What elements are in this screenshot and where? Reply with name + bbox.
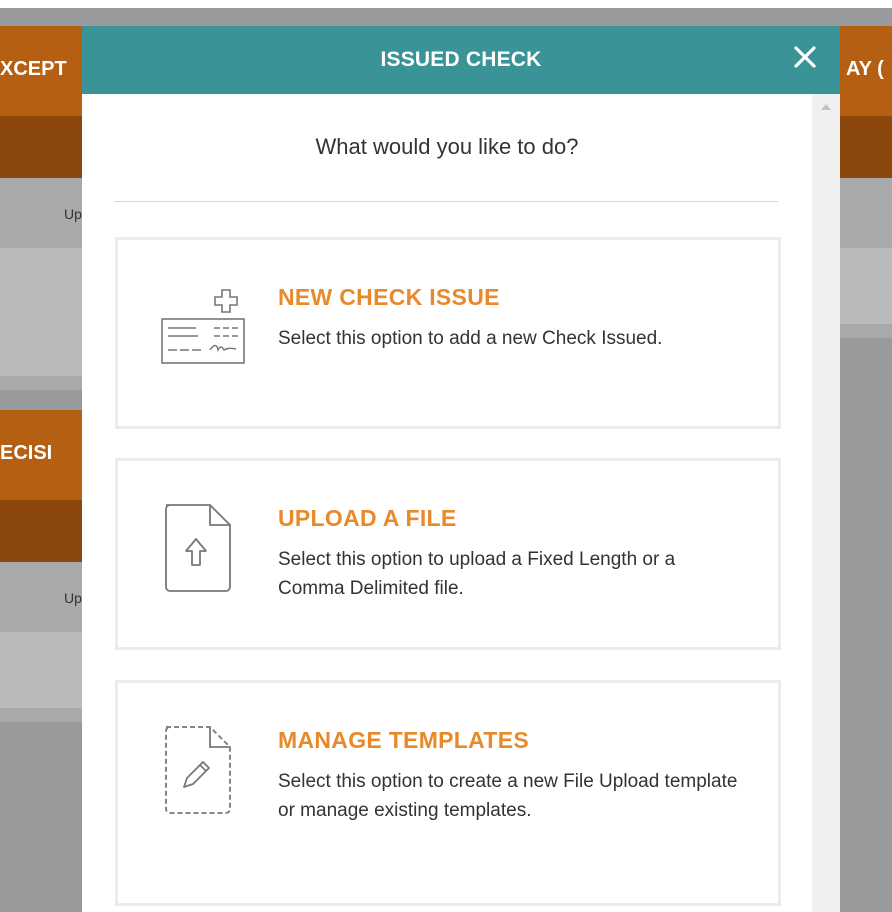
bg-panel-body-left	[0, 248, 82, 376]
modal-body: What would you like to do? NEW CHECK ISS…	[82, 94, 812, 912]
scroll-up-arrow-icon[interactable]	[821, 104, 831, 110]
option-title: MANAGE TEMPLATES	[278, 727, 529, 753]
option-description: Select this option to upload a Fixed Len…	[278, 549, 676, 599]
bg-panel-row-right	[840, 178, 892, 248]
bg-panel-footer-right	[840, 324, 892, 338]
file-upload-icon	[158, 501, 238, 602]
divider	[114, 201, 778, 202]
new-check-issue-option[interactable]: NEW CHECK ISSUE Select this option to ad…	[115, 237, 781, 429]
bg-panel-body-right	[840, 248, 892, 324]
bg-panel-title-right: AY (	[846, 58, 884, 80]
manage-templates-option[interactable]: MANAGE TEMPLATES Select this option to c…	[115, 680, 781, 906]
bg-panel2-body-left	[0, 632, 82, 708]
issued-check-modal: ISSUED CHECK What would you like to do?	[82, 26, 840, 912]
bg-panel2-subheader-left	[0, 500, 82, 562]
option-description: Select this option to add a new Check Is…	[278, 328, 663, 349]
bg-row-text-2: Up	[64, 590, 82, 606]
bg-row-text-1: Up	[64, 206, 82, 222]
bg-panel2-footer-left	[0, 708, 82, 722]
bg-panel-subheader-left	[0, 116, 82, 178]
option-title: UPLOAD A FILE	[278, 505, 457, 531]
modal-prompt: What would you like to do?	[315, 134, 579, 159]
modal-header: ISSUED CHECK	[82, 26, 840, 94]
top-strip	[0, 0, 892, 8]
modal-title: ISSUED CHECK	[380, 48, 542, 71]
option-title: NEW CHECK ISSUE	[278, 284, 500, 310]
modal-scrollbar[interactable]	[812, 94, 840, 912]
option-description: Select this option to create a new File …	[278, 771, 738, 821]
close-icon[interactable]	[790, 42, 820, 72]
bg-panel-subheader-right	[840, 116, 892, 178]
check-add-icon	[158, 284, 248, 375]
upload-file-option[interactable]: UPLOAD A FILE Select this option to uplo…	[115, 458, 781, 650]
bg-panel-title-left: XCEPT	[0, 58, 67, 80]
bg-panel-footer-left	[0, 376, 82, 390]
template-edit-icon	[158, 723, 238, 824]
bg-panel2-title-left: ECISI	[0, 442, 53, 464]
